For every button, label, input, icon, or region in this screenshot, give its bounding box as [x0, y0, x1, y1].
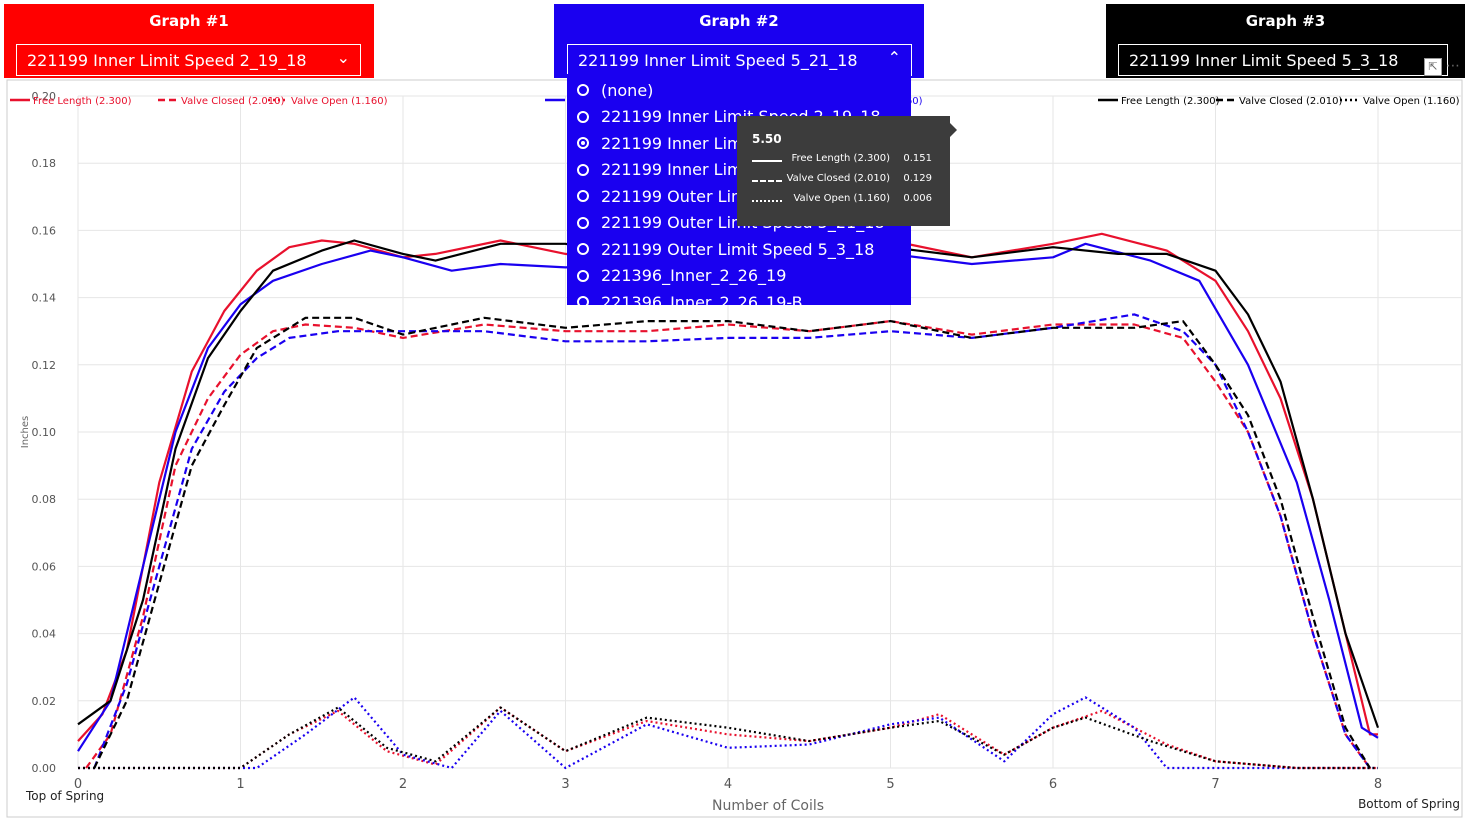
graph2-slicer-value: 221199 Inner Limit Speed 5_21_18: [578, 51, 858, 70]
graph3-slicer[interactable]: 221199 Inner Limit Speed 5_3_18: [1118, 44, 1448, 76]
y-tick-label: 0.16: [32, 224, 57, 237]
chart-tooltip: 5.50 Free Length (2.300) 0.151 Valve Clo…: [737, 116, 950, 226]
legend-label: Valve Open (1.160): [291, 96, 388, 107]
series-line: [93, 313, 1371, 769]
focus-mode-icon[interactable]: ⇱: [1424, 58, 1442, 76]
dropdown-option-label: (none): [601, 80, 654, 100]
graph2-title: Graph #2: [699, 12, 779, 30]
x-tick-label: 7: [1211, 777, 1219, 792]
line-swatch-dashed: [752, 180, 782, 182]
dropdown-option[interactable]: 221396_Inner_2_26_19-B: [577, 290, 803, 305]
x-axis-title: Number of Coils: [712, 798, 824, 814]
radio-icon: [577, 243, 589, 255]
radio-icon: [577, 296, 589, 305]
graph3-slicer-value: 221199 Inner Limit Speed 5_3_18: [1129, 51, 1399, 70]
radio-icon: [577, 84, 589, 96]
graph1-header: Graph #1 221199 Inner Limit Speed 2_19_1…: [4, 4, 374, 78]
dropdown-option-label: 221199 Outer Limit Speed 5_3_18: [601, 239, 875, 259]
y-tick-label: 0.14: [32, 292, 57, 305]
graph1-slicer-value: 221199 Inner Limit Speed 2_19_18: [27, 51, 307, 70]
x-tick-label: 4: [724, 777, 732, 792]
x-start-label: Top of Spring: [25, 789, 104, 803]
radio-icon: [577, 163, 589, 176]
legend-label: Free Length (2.300): [1121, 96, 1220, 107]
dropdown-option-label: 221396_Inner_2_26_19-B: [601, 292, 803, 306]
tooltip-row-name: Free Length (2.300): [791, 153, 890, 164]
dropdown-option[interactable]: 221396_Inner_2_26_19: [577, 264, 786, 288]
more-options-icon[interactable]: ⋯: [1446, 58, 1460, 74]
tooltip-row-name: Valve Closed (2.010): [786, 173, 890, 184]
x-tick-label: 8: [1374, 777, 1382, 792]
y-tick-label: 0.06: [32, 560, 57, 573]
tooltip-row: Valve Closed (2.010) 0.129: [752, 172, 942, 188]
x-tick-label: 1: [236, 777, 244, 792]
line-swatch-dotted: [752, 200, 782, 202]
tooltip-row: Free Length (2.300) 0.151: [752, 152, 942, 168]
legend-label: Valve Closed (2.010): [181, 96, 285, 107]
graph3-header: Graph #3 221199 Inner Limit Speed 5_3_18: [1106, 4, 1465, 78]
y-tick-label: 0.12: [32, 359, 57, 372]
legend-label: Free Length (2.300): [33, 96, 132, 107]
graph2-slicer[interactable]: 221199 Inner Limit Speed 5_21_18 ⌃: [567, 44, 912, 76]
tooltip-row-name: Valve Open (1.160): [793, 193, 890, 204]
radio-icon: [577, 216, 589, 229]
radio-icon: [577, 137, 589, 149]
y-axis-title: Inches: [20, 416, 31, 449]
tooltip-row-value: 0.006: [903, 193, 932, 204]
y-tick-label: 0.00: [32, 762, 57, 775]
x-end-label: Bottom of Spring: [1358, 797, 1460, 811]
dropdown-option[interactable]: 221199 Outer Limit Speed 5_3_18: [577, 237, 874, 261]
x-tick-label: 5: [886, 777, 894, 792]
y-tick-label: 0.04: [32, 628, 57, 641]
x-tick-label: 2: [399, 777, 407, 792]
legend-label: Valve Closed (2.010): [1239, 96, 1343, 107]
tooltip-row: Valve Open (1.160) 0.006: [752, 192, 942, 208]
legend-label: Valve Open (1.160): [1363, 96, 1460, 107]
dropdown-option[interactable]: (none): [577, 78, 653, 102]
radio-icon: [577, 190, 589, 202]
dropdown-option-label: 221396_Inner_2_26_19: [601, 266, 787, 285]
graph2-header: Graph #2 221199 Inner Limit Speed 5_21_1…: [554, 4, 924, 78]
x-tick-label: 6: [1049, 777, 1057, 792]
graph1-slicer[interactable]: 221199 Inner Limit Speed 2_19_18 ⌄: [16, 44, 361, 76]
y-tick-label: 0.18: [32, 157, 57, 170]
tooltip-arrow: [950, 123, 957, 137]
line-swatch-solid: [752, 160, 782, 162]
tooltip-title: 5.50: [752, 132, 782, 146]
radio-icon: [577, 269, 589, 282]
tooltip-row-value: 0.129: [903, 173, 932, 184]
chevron-down-icon: ⌄: [336, 48, 350, 67]
chevron-up-icon: ⌃: [887, 48, 901, 67]
tooltip-row-value: 0.151: [903, 153, 932, 164]
graph1-title: Graph #1: [149, 12, 229, 30]
x-tick-label: 3: [561, 777, 569, 792]
y-tick-label: 0.02: [32, 695, 57, 708]
y-tick-label: 0.10: [32, 426, 57, 439]
y-tick-label: 0.08: [32, 493, 57, 506]
radio-icon: [577, 110, 589, 123]
graph3-title: Graph #3: [1245, 12, 1326, 30]
